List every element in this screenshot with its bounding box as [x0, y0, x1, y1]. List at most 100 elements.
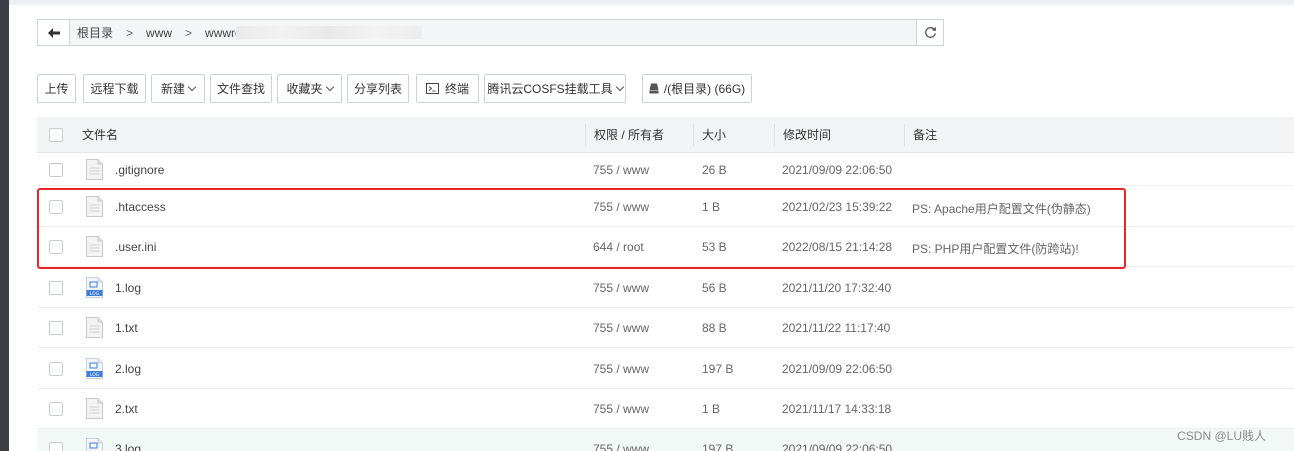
log-file-icon: LOG — [86, 438, 103, 451]
row-checkbox[interactable] — [49, 281, 63, 295]
cosfs-dropdown-button[interactable]: 腾讯云COSFS挂载工具 — [484, 74, 626, 103]
file-mtime: 2021/11/22 11:17:40 — [782, 321, 891, 335]
path-bar: 根目录 > www > wwwroot — [37, 19, 944, 46]
file-size: 1 B — [702, 200, 721, 214]
table-row[interactable]: LOG 1.log 755 / www 56 B 2021/11/20 17:32:40 — [37, 267, 1294, 308]
file-permission[interactable]: 755 / www — [593, 362, 649, 376]
row-checkbox[interactable] — [49, 362, 63, 376]
table-row[interactable]: 1.txt 755 / www 88 B 2021/11/22 11:17:40 — [37, 308, 1294, 348]
favorites-label: 收藏夹 — [286, 82, 323, 96]
text-file-icon — [86, 196, 103, 217]
chevron-right-icon: > — [126, 25, 134, 40]
breadcrumb: 根目录 > www > wwwroot — [77, 20, 252, 45]
file-size: 197 B — [702, 442, 734, 451]
table-row[interactable]: .gitignore 755 / www 26 B 2021/09/09 22:06:… — [37, 153, 1294, 186]
refresh-button[interactable] — [917, 20, 943, 45]
share-list-button[interactable]: 分享列表 — [347, 74, 409, 103]
row-checkbox[interactable] — [49, 163, 63, 177]
file-mtime: 2021/11/20 17:32:40 — [782, 281, 892, 295]
table-row[interactable]: .user.ini 644 / root 53 B 2022/08/15 21:14:… — [37, 227, 1294, 267]
file-size: 56 B — [702, 281, 727, 295]
chevron-down-icon — [615, 82, 624, 91]
row-checkbox[interactable] — [49, 402, 63, 416]
file-mtime: 2021/09/09 22:06:50 — [782, 442, 893, 451]
column-header-size[interactable]: 大小 — [702, 117, 726, 153]
file-name[interactable]: 2.txt — [115, 402, 138, 416]
chevron-down-icon — [325, 82, 334, 91]
terminal-button[interactable]: 终端 — [416, 74, 479, 103]
file-size: 1 B — [702, 402, 721, 416]
file-name[interactable]: .gitignore — [115, 163, 164, 177]
upload-button[interactable]: 上传 — [37, 74, 76, 103]
column-header-mtime[interactable]: 修改时间 — [783, 117, 831, 153]
file-permission[interactable]: 755 / www — [593, 402, 649, 416]
file-size: 88 B — [702, 321, 727, 335]
favorites-dropdown-button[interactable]: 收藏夹 — [277, 74, 342, 103]
remote-download-button[interactable]: 远程下载 — [83, 74, 146, 103]
table-row[interactable]: 2.txt 755 / www 1 B 2021/11/17 14:33:18 — [37, 389, 1294, 429]
new-label: 新建 — [160, 82, 185, 96]
hard-drive-icon — [649, 83, 659, 94]
file-permission[interactable]: 755 / www — [593, 200, 649, 214]
file-name[interactable]: .user.ini — [115, 240, 156, 254]
file-name[interactable]: 1.txt — [115, 321, 138, 335]
column-header-perm[interactable]: 权限 / 所有者 — [594, 117, 664, 153]
select-all-checkbox[interactable] — [49, 128, 63, 142]
file-permission[interactable]: 755 / www — [593, 321, 649, 335]
chevron-right-icon: > — [185, 25, 193, 40]
text-file-icon — [86, 236, 103, 257]
breadcrumb-root[interactable]: 根目录 — [77, 24, 113, 41]
file-mtime: 2021/02/23 15:39:22 — [782, 200, 893, 214]
file-name[interactable]: 2.log — [115, 362, 141, 376]
row-checkbox[interactable] — [49, 240, 63, 254]
blurred-path-segment — [236, 26, 422, 39]
table-row[interactable]: .htaccess 755 / www 1 B 2021/02/23 15:39:22… — [37, 186, 1294, 227]
file-mtime: 2021/09/09 22:06:50 — [782, 362, 893, 376]
file-table-header: 文件名 权限 / 所有者 大小 修改时间 备注 — [37, 117, 1294, 153]
upload-label: 上传 — [44, 82, 69, 96]
breadcrumb-www[interactable]: www — [146, 26, 172, 40]
file-mtime: 2021/09/09 22:06:50 — [782, 163, 893, 177]
column-divider — [693, 124, 694, 146]
file-name[interactable]: .htaccess — [115, 200, 166, 214]
file-search-label: 文件查找 — [216, 82, 265, 96]
arrow-left-icon — [47, 27, 60, 38]
left-sidebar-edge — [0, 0, 9, 451]
file-permission[interactable]: 755 / www — [593, 442, 649, 451]
file-size: 53 B — [702, 240, 727, 254]
file-size: 26 B — [702, 163, 727, 177]
table-row[interactable]: LOG 2.log 755 / www 197 B 2021/09/09 22:06:5… — [37, 348, 1294, 389]
file-permission[interactable]: 755 / www — [593, 163, 649, 177]
column-divider — [585, 124, 586, 146]
text-file-icon — [86, 159, 103, 180]
watermark: CSDN @LU贱人 — [1177, 429, 1266, 443]
back-button[interactable] — [38, 20, 70, 45]
row-checkbox[interactable] — [49, 200, 63, 214]
file-note: PS: PHP用户配置文件(防跨站)! — [912, 242, 1079, 256]
row-checkbox[interactable] — [49, 321, 63, 335]
refresh-icon — [924, 27, 936, 38]
text-file-icon — [86, 398, 103, 419]
file-name[interactable]: 3.log — [115, 442, 141, 451]
disk-label: /(根目录) (66G) — [663, 82, 746, 96]
file-size: 197 B — [702, 362, 734, 376]
column-divider — [774, 124, 775, 146]
file-permission[interactable]: 755 / www — [593, 281, 649, 295]
svg-text:LOG: LOG — [90, 372, 100, 378]
column-header-name[interactable]: 文件名 — [82, 117, 118, 153]
file-permission[interactable]: 644 / root — [593, 240, 644, 254]
new-dropdown-button[interactable]: 新建 — [151, 74, 205, 103]
log-file-icon: LOG — [86, 358, 103, 379]
column-header-note[interactable]: 备注 — [913, 117, 937, 153]
row-checkbox[interactable] — [49, 442, 63, 451]
file-mtime: 2022/08/15 21:14:28 — [782, 240, 893, 254]
cosfs-label: 腾讯云COSFS挂载工具 — [487, 82, 613, 96]
file-search-button[interactable]: 文件查找 — [210, 74, 272, 103]
remote-download-label: 远程下载 — [90, 82, 139, 96]
log-file-icon: LOG — [86, 277, 103, 298]
file-mtime: 2021/11/17 14:33:18 — [782, 402, 892, 416]
disk-button[interactable]: /(根目录) (66G) — [642, 74, 752, 103]
file-name[interactable]: 1.log — [115, 281, 141, 295]
table-row[interactable]: LOG 3.log 755 / www 197 B 2021/09/09 22:06:5… — [37, 429, 1294, 451]
chevron-down-icon — [187, 82, 197, 91]
